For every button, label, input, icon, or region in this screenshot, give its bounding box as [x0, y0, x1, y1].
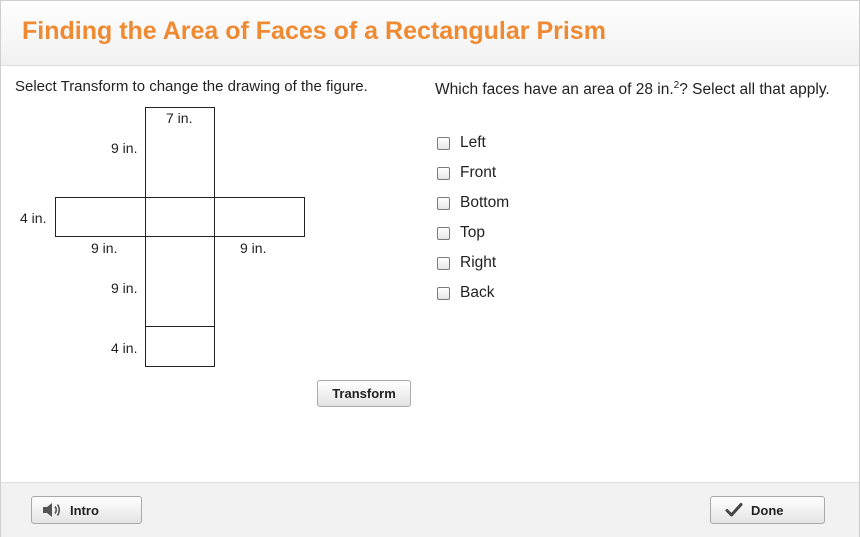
net-face-left — [55, 197, 146, 237]
option-top[interactable]: Top — [437, 218, 509, 248]
done-button[interactable]: Done — [710, 496, 825, 524]
net-face-bottom — [145, 236, 215, 327]
dim-label-right-width: 9 in. — [240, 240, 267, 256]
checkmark-icon — [725, 502, 743, 518]
intro-button[interactable]: Intro — [31, 496, 142, 524]
option-label: Left — [460, 134, 486, 151]
dim-label-top-height: 9 in. — [111, 140, 138, 156]
speaker-icon — [42, 501, 62, 519]
option-front[interactable]: Front — [437, 158, 509, 188]
checkbox-top[interactable] — [437, 226, 450, 240]
checkbox-bottom[interactable] — [437, 196, 450, 210]
checkbox-front[interactable] — [437, 166, 450, 180]
net-face-right — [214, 197, 305, 237]
question-prefix: Which faces have an area of 28 in. — [435, 81, 674, 98]
question-text: Which faces have an area of 28 in.2? Sel… — [435, 80, 835, 99]
option-right[interactable]: Right — [437, 248, 509, 278]
answer-options: Left Front Bottom Top Right Back — [437, 128, 509, 308]
option-label: Front — [460, 164, 497, 181]
done-button-label: Done — [751, 502, 784, 518]
checkbox-back[interactable] — [437, 286, 450, 300]
question-suffix: ? Select all that apply. — [679, 81, 830, 98]
dim-label-last-height: 4 in. — [111, 340, 138, 356]
checkbox-left[interactable] — [437, 136, 450, 150]
net-face-back — [145, 326, 215, 367]
net-face-center — [145, 197, 215, 237]
option-label: Bottom — [460, 194, 510, 211]
dim-label-top-width: 7 in. — [166, 110, 193, 126]
checkbox-right[interactable] — [437, 256, 450, 270]
option-label: Top — [460, 224, 485, 241]
option-label: Back — [460, 284, 495, 301]
option-left[interactable]: Left — [437, 128, 509, 158]
option-bottom[interactable]: Bottom — [437, 188, 509, 218]
option-back[interactable]: Back — [437, 278, 509, 308]
dim-label-left-height: 4 in. — [20, 210, 47, 226]
option-label: Right — [460, 254, 497, 271]
transform-button[interactable]: Transform — [317, 380, 411, 407]
intro-button-label: Intro — [70, 502, 99, 518]
dim-label-bottom-height: 9 in. — [111, 280, 138, 296]
dim-label-left-width: 9 in. — [91, 240, 118, 256]
